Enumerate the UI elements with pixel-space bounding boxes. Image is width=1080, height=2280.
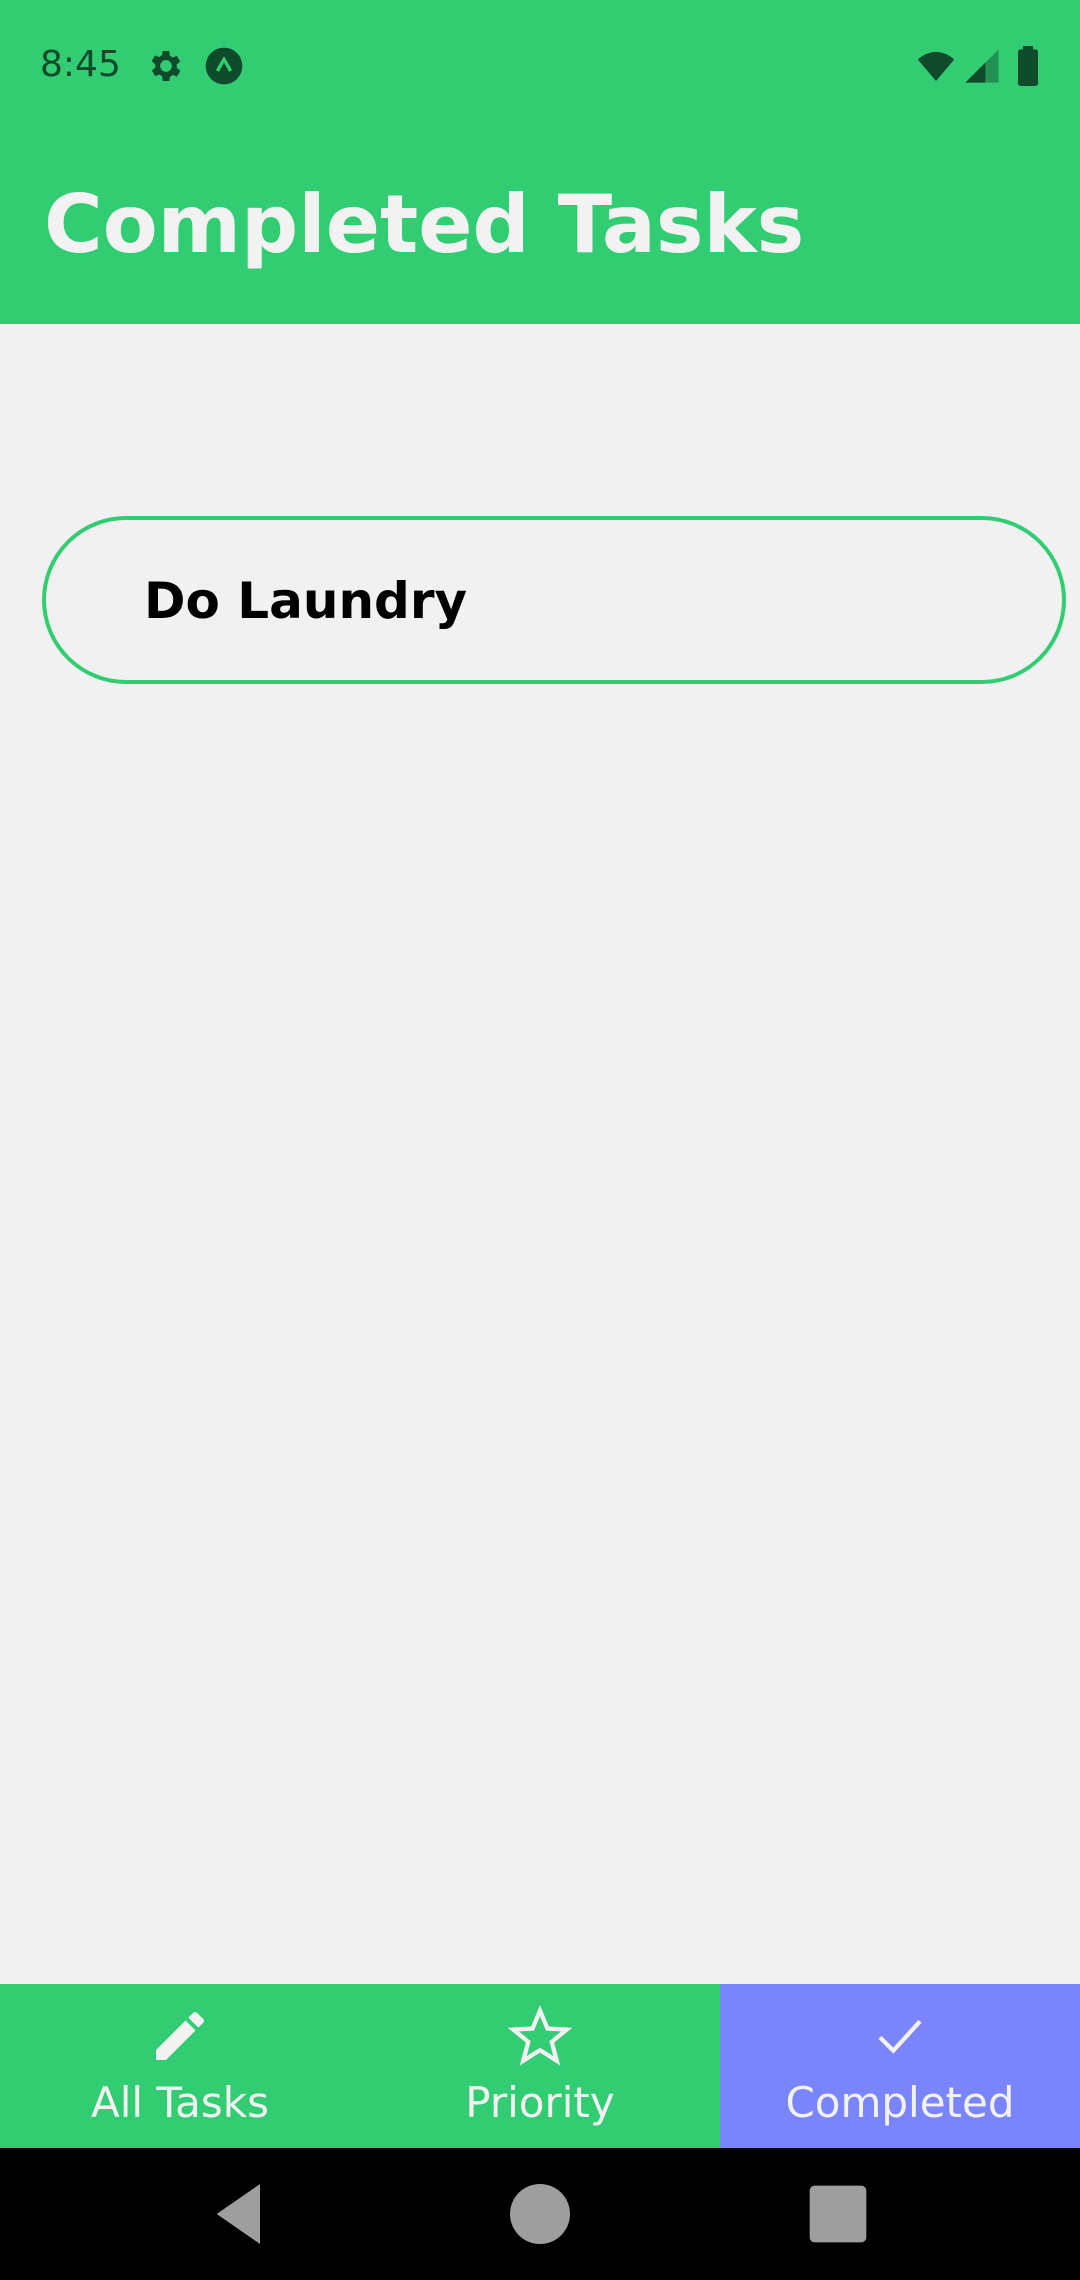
battery-icon — [1018, 46, 1038, 86]
tab-all-tasks[interactable]: All Tasks — [0, 1984, 360, 2148]
screen: 8:45 Completed Tasks Do Laundry All Task… — [0, 0, 1080, 2280]
tab-label: Priority — [465, 2078, 615, 2127]
tab-label: All Tasks — [91, 2078, 269, 2127]
page-title: Completed Tasks — [44, 178, 805, 271]
home-icon[interactable] — [500, 2174, 580, 2254]
status-time: 8:45 — [40, 44, 121, 85]
tab-label: Completed — [785, 2078, 1015, 2127]
tab-completed[interactable]: Completed — [720, 1984, 1080, 2148]
recents-icon[interactable] — [798, 2174, 878, 2254]
task-item[interactable]: Do Laundry — [42, 516, 1066, 684]
system-nav-bar — [0, 2148, 1080, 2280]
signal-icon — [965, 49, 999, 83]
pencil-icon — [156, 2011, 205, 2060]
app-notification-icon — [205, 47, 243, 85]
back-icon[interactable] — [200, 2174, 280, 2254]
settings-icon — [151, 51, 181, 81]
task-label: Do Laundry — [144, 572, 468, 630]
check-icon — [878, 2019, 922, 2054]
app-header: 8:45 Completed Tasks — [0, 0, 1080, 324]
bottom-tab-bar: All Tasks Priority Completed — [0, 1984, 1080, 2148]
tab-priority[interactable]: Priority — [360, 1984, 720, 2148]
status-bar: 8:45 — [0, 0, 1080, 135]
wifi-icon — [917, 51, 955, 81]
star-icon — [508, 2005, 572, 2066]
